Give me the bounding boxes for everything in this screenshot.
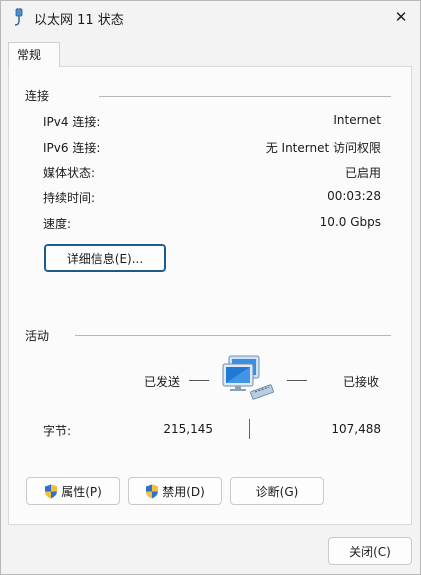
received-label: 已接收 — [343, 375, 380, 389]
media-state-label: 媒体状态: — [43, 166, 96, 180]
ipv4-value: Internet — [333, 113, 381, 127]
ipv6-label: IPv6 连接: — [43, 141, 101, 155]
diagnose-button-label: 诊断(G) — [255, 484, 299, 499]
media-state-value: 已启用 — [344, 166, 381, 180]
connection-group-divider — [99, 96, 391, 97]
close-icon: ✕ — [394, 8, 408, 26]
uac-shield-icon — [45, 484, 58, 498]
duration-label: 持续时间: — [43, 191, 96, 205]
ipv4-label: IPv4 连接: — [43, 115, 101, 129]
connection-group-title: 连接 — [25, 89, 50, 103]
ipv6-value: 无 Internet 访问权限 — [265, 141, 381, 155]
network-computers-icon — [222, 355, 274, 400]
duration-value: 00:03:28 — [327, 189, 381, 203]
activity-group-title: 活动 — [25, 329, 50, 343]
bytes-received-value: 107,488 — [331, 422, 381, 436]
speed-label: 速度: — [43, 217, 72, 231]
details-button-label: 详细信息(E)... — [66, 251, 144, 266]
disable-button-label: 禁用(D) — [162, 484, 205, 499]
details-button[interactable]: 详细信息(E)... — [44, 244, 166, 272]
uac-shield-icon — [146, 484, 159, 498]
bytes-sent-value: 215,145 — [163, 422, 213, 436]
close-button-label: 关闭(C) — [349, 544, 391, 559]
properties-button[interactable]: 属性(P) — [26, 477, 120, 505]
title-bar: 以太网 11 状态 ✕ — [1, 1, 420, 33]
network-plug-icon — [14, 8, 23, 26]
close-button[interactable]: 关闭(C) — [328, 537, 412, 565]
sent-dash — [189, 380, 209, 381]
properties-button-label: 属性(P) — [61, 484, 102, 499]
window-title: 以太网 11 状态 — [34, 13, 124, 28]
sent-label: 已发送 — [144, 375, 181, 389]
diagnose-button[interactable]: 诊断(G) — [230, 477, 324, 505]
network-status-window: 以太网 11 状态 ✕ 常规 连接 IPv4 连接: Internet IPv6… — [0, 0, 421, 575]
title-close-button[interactable]: ✕ — [388, 4, 414, 30]
bytes-divider — [249, 419, 250, 439]
tab-panel-general: 连接 IPv4 连接: Internet IPv6 连接: 无 Internet… — [8, 66, 412, 525]
activity-group-divider — [75, 335, 391, 336]
bytes-label: 字节: — [43, 424, 72, 438]
tab-general[interactable]: 常规 — [8, 42, 60, 67]
received-dash — [287, 380, 307, 381]
speed-value: 10.0 Gbps — [319, 215, 381, 229]
tab-general-label: 常规 — [17, 48, 42, 62]
disable-button[interactable]: 禁用(D) — [128, 477, 222, 505]
